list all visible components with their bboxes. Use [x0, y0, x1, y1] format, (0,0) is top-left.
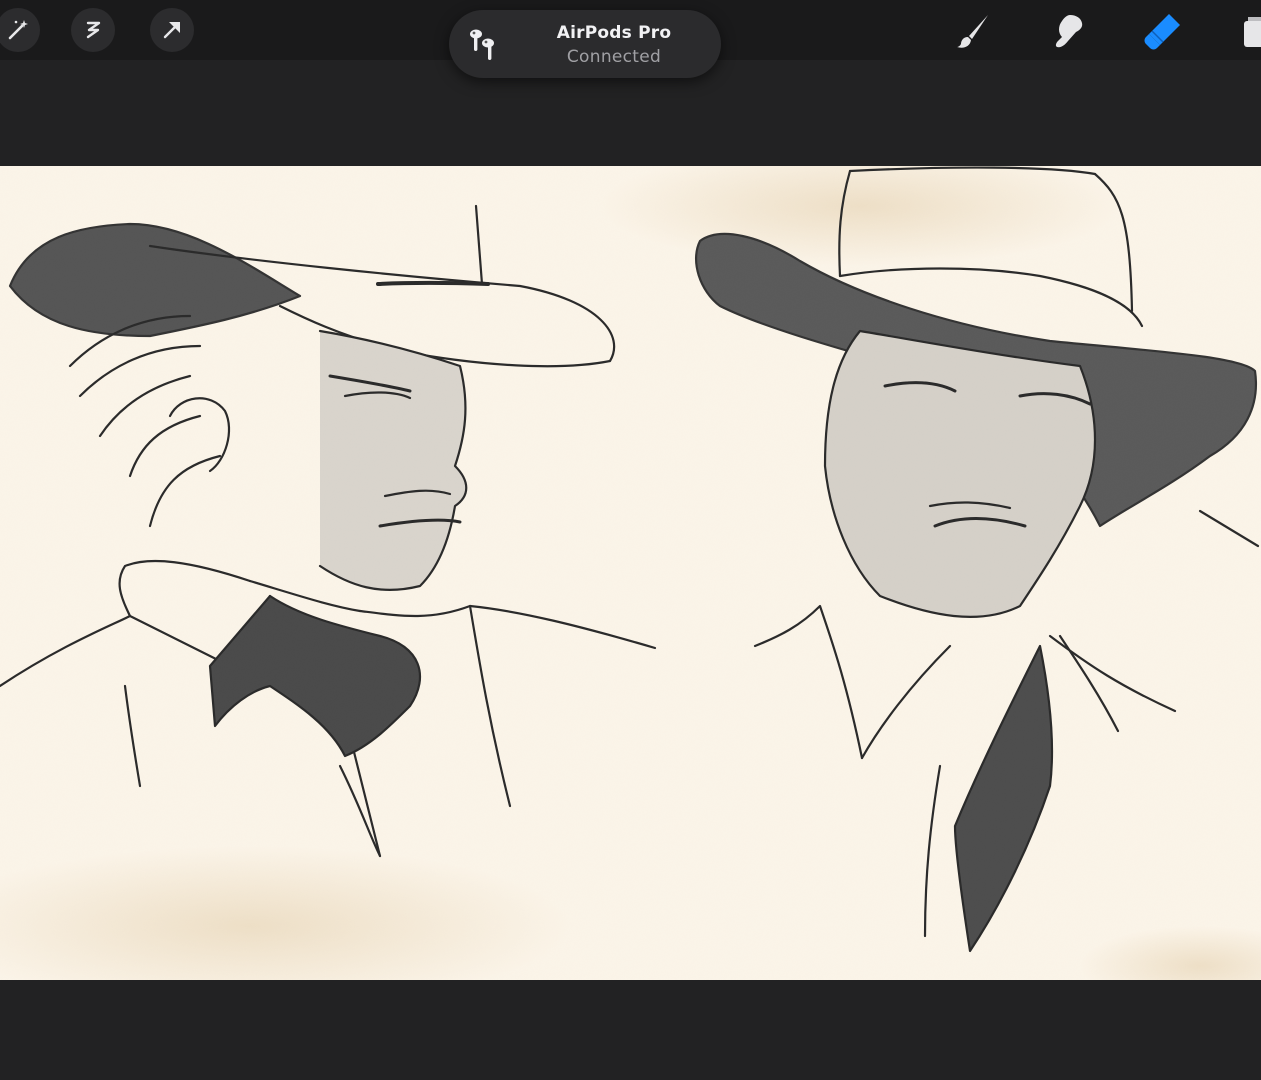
adjustments-icon [8, 20, 28, 40]
toast-subtitle: Connected [566, 47, 662, 67]
airpods-connected-toast: AirPods Pro Connected [449, 10, 721, 78]
smudge-button[interactable] [1045, 8, 1091, 54]
brush-button[interactable] [950, 8, 996, 54]
procreate-app: AirPods Pro Connected [0, 0, 1261, 1080]
smudge-icon [1055, 15, 1083, 48]
selection-button[interactable] [71, 8, 115, 52]
toast-title: AirPods Pro [556, 23, 672, 43]
layers-icon [1244, 17, 1261, 47]
transform-button[interactable] [150, 8, 194, 52]
eraser-button[interactable] [1140, 8, 1186, 54]
layers-button[interactable] [1232, 8, 1261, 54]
selection-icon [86, 21, 101, 39]
cowboy-sketch-artwork [0, 166, 1261, 980]
airpods-icon [470, 29, 494, 60]
brush-icon [957, 15, 988, 48]
adjustments-button[interactable] [0, 8, 40, 52]
eraser-icon [1144, 14, 1180, 50]
drawing-canvas[interactable] [0, 166, 1261, 980]
transform-icon [163, 22, 180, 39]
